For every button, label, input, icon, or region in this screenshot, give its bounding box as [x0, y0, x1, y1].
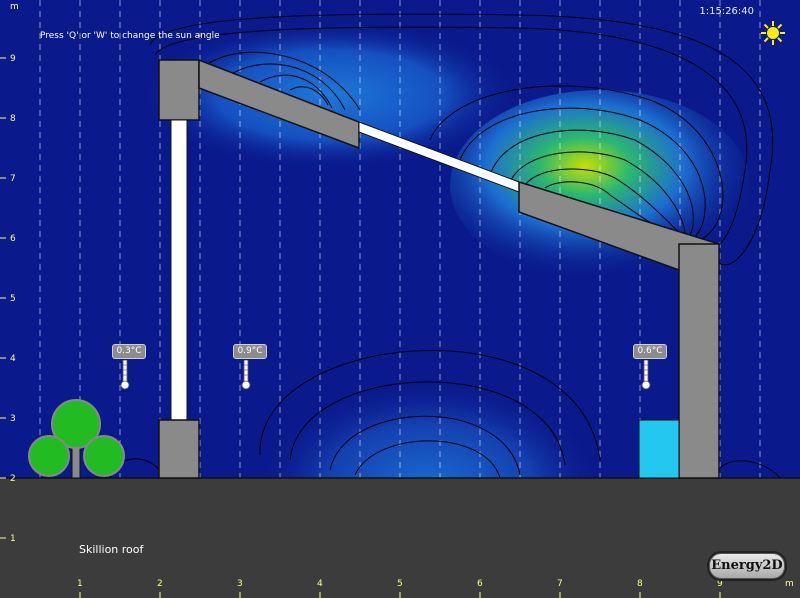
x-tick-2: 2 [157, 579, 163, 589]
simulation-canvas[interactable]: m 1 2 3 4 5 6 7 8 9 1 2 3 4 5 6 7 8 9 m [0, 0, 800, 598]
y-tick-3: 3 [10, 414, 16, 424]
x-tick-3: 3 [237, 579, 243, 589]
x-tick-1: 1 [77, 579, 83, 589]
thermometer-right[interactable]: 0.6°C [633, 344, 673, 394]
simulation-view[interactable]: m 1 2 3 4 5 6 7 8 9 1 2 3 4 5 6 7 8 9 m … [0, 0, 800, 598]
y-tick-9: 9 [10, 54, 16, 64]
thermometer-icon [241, 360, 251, 390]
sun-icon[interactable] [760, 20, 786, 46]
y-axis-unit: m [10, 2, 19, 12]
heat-storage-tank[interactable] [638, 419, 680, 479]
y-tick-5: 5 [10, 294, 16, 304]
thermometer-icon [120, 360, 130, 390]
sun-angle-hint: Press 'Q' or 'W' to change the sun angle [40, 31, 220, 41]
thermometer-center-reading: 0.9°C [233, 344, 267, 359]
x-tick-7: 7 [557, 579, 563, 589]
simulation-clock: 1:15:26:40 [699, 6, 754, 17]
right-wall[interactable] [678, 243, 720, 479]
left-window[interactable] [170, 119, 188, 421]
left-wall-bottom[interactable] [158, 419, 200, 479]
y-tick-6: 6 [10, 234, 16, 244]
thermometer-left-reading: 0.3°C [112, 344, 146, 359]
x-tick-5: 5 [397, 579, 403, 589]
y-tick-7: 7 [10, 174, 16, 184]
y-tick-1: 1 [10, 534, 16, 544]
y-tick-4: 4 [10, 354, 16, 364]
left-wall-top[interactable] [158, 59, 200, 121]
x-tick-9: 9 [717, 579, 723, 589]
thermometer-left[interactable]: 0.3°C [112, 344, 152, 394]
x-tick-8: 8 [637, 579, 643, 589]
thermometer-center[interactable]: 0.9°C [233, 344, 273, 394]
energy2d-logo[interactable]: Energy2D [709, 553, 785, 579]
thermometer-icon [641, 360, 651, 390]
y-tick-2: 2 [10, 474, 16, 484]
x-tick-6: 6 [477, 579, 483, 589]
model-name: Skillion roof [79, 543, 144, 556]
thermometer-right-reading: 0.6°C [633, 344, 667, 359]
y-tick-8: 8 [10, 114, 16, 124]
x-tick-4: 4 [317, 579, 323, 589]
x-axis-unit: m [785, 579, 794, 589]
